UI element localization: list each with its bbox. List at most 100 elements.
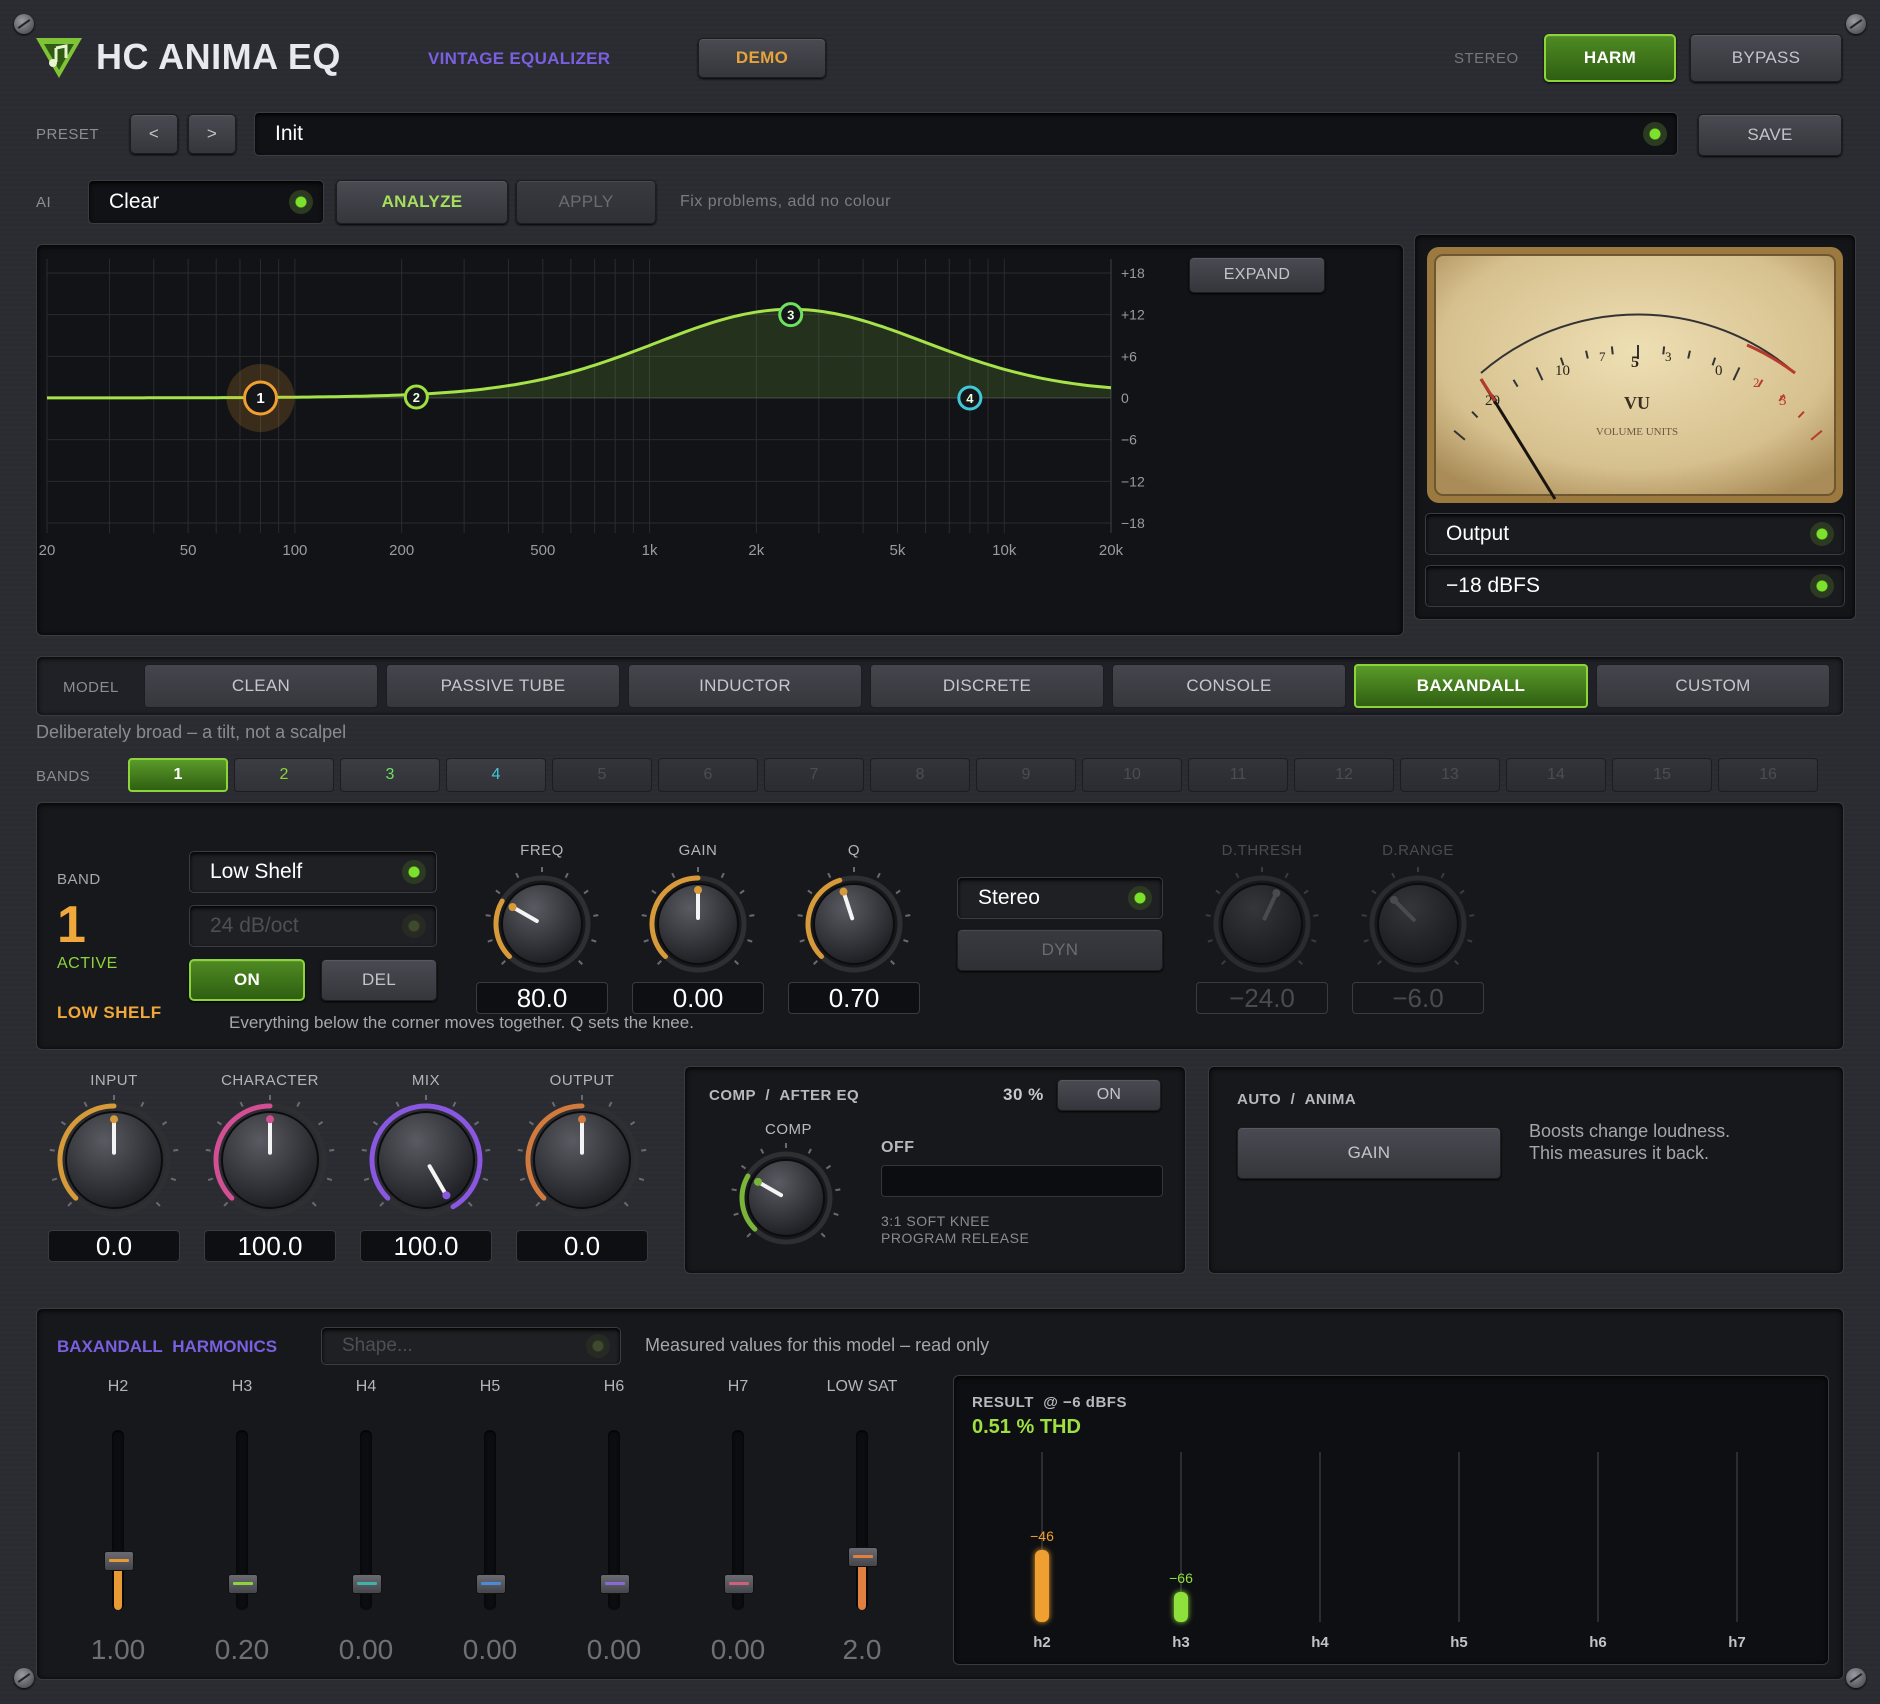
knob-value-d-thresh[interactable]: −24.0 — [1196, 982, 1328, 1014]
slope-selector[interactable]: 24 dB/oct — [189, 905, 437, 947]
eq-curve-graph[interactable]: 20 50 100 200 500 1k 2k 5k 10k 20k +18 +12 +6 0 −6 −12 −… — [37, 245, 1403, 635]
meter-source-selector[interactable]: Output — [1425, 513, 1845, 555]
screw-icon — [1846, 1668, 1866, 1688]
band-tab-5[interactable]: 5 — [552, 758, 652, 792]
knob-label-freq: FREQ — [520, 842, 564, 859]
knob-value-freq[interactable]: 80.0 — [476, 982, 608, 1014]
macro-value-character[interactable]: 100.0 — [204, 1230, 336, 1262]
knob-value-d-range[interactable]: −6.0 — [1352, 982, 1484, 1014]
stereo-mode-selector[interactable]: Stereo — [957, 877, 1163, 919]
fader-handle-h4[interactable] — [352, 1574, 382, 1594]
macro-value-output[interactable]: 0.0 — [516, 1230, 648, 1262]
comp-knob[interactable] — [728, 1140, 844, 1256]
fader-label-h6: H6 — [603, 1378, 625, 1395]
fader-handle-h2[interactable] — [104, 1550, 134, 1571]
model-baxandall-button[interactable]: BAXANDALL — [1354, 664, 1588, 708]
eq-node-4[interactable]: 4 — [957, 385, 983, 411]
bands-label: BANDS — [36, 768, 91, 785]
save-button[interactable]: SAVE — [1698, 114, 1842, 156]
band-type-selector[interactable]: Low Shelf — [189, 851, 437, 893]
q-knob[interactable] — [794, 864, 914, 984]
freq-knob[interactable] — [482, 864, 602, 984]
character-knob[interactable] — [202, 1092, 338, 1228]
band-tab-11[interactable]: 11 — [1188, 758, 1288, 792]
meter-reference-selector[interactable]: −18 dBFS — [1425, 565, 1845, 607]
band-tab-14[interactable]: 14 — [1506, 758, 1606, 792]
preset-selector[interactable]: Init — [254, 112, 1678, 156]
band-tab-13[interactable]: 13 — [1400, 758, 1500, 792]
model-label: MODEL — [63, 679, 119, 696]
fader-handle-h3[interactable] — [228, 1574, 258, 1594]
d-thresh-knob[interactable] — [1202, 864, 1322, 984]
fader-value-low-sat: 2.0 — [842, 1634, 882, 1665]
band-tab-8[interactable]: 8 — [870, 758, 970, 792]
stereo-label: STEREO — [1454, 50, 1519, 67]
model-console-button[interactable]: CONSOLE — [1112, 664, 1346, 708]
gain-knob[interactable] — [638, 864, 758, 984]
x-tick-label: 50 — [180, 542, 197, 559]
output-knob[interactable] — [514, 1092, 650, 1228]
fader-handle-h5[interactable] — [476, 1574, 506, 1594]
dyn-button[interactable]: DYN — [957, 929, 1163, 971]
macro-value-mix[interactable]: 100.0 — [360, 1230, 492, 1262]
band-tab-12[interactable]: 12 — [1294, 758, 1394, 792]
harm-button[interactable]: HARM — [1544, 34, 1676, 82]
band-delete-button[interactable]: DEL — [321, 959, 437, 1001]
thd-bar-label: h6 — [1589, 1634, 1607, 1651]
band-tab-7[interactable]: 7 — [764, 758, 864, 792]
fader-handle-h7[interactable] — [724, 1574, 754, 1594]
mix-knob[interactable] — [358, 1092, 494, 1228]
fader-label-h4: H4 — [355, 1378, 377, 1395]
band-tab-16[interactable]: 16 — [1718, 758, 1818, 792]
fader-handle-low-sat[interactable] — [848, 1547, 878, 1567]
band-tab-9[interactable]: 9 — [976, 758, 1076, 792]
x-tick-label: 500 — [530, 542, 555, 559]
knob-value-q[interactable]: 0.70 — [788, 982, 920, 1014]
band-tab-10[interactable]: 10 — [1082, 758, 1182, 792]
input-knob[interactable] — [46, 1092, 182, 1228]
fader-value-h3: 0.20 — [214, 1634, 270, 1665]
stereo-mode: Stereo — [978, 886, 1040, 909]
band-tab-2[interactable]: 2 — [234, 758, 334, 792]
demo-button[interactable]: DEMO — [698, 38, 826, 78]
auto-sub: ANIMA — [1304, 1091, 1357, 1108]
vu-scale-red-2: 2 — [1753, 375, 1760, 390]
meter-reference: −18 dBFS — [1446, 574, 1540, 597]
model-discrete-button[interactable]: DISCRETE — [870, 664, 1104, 708]
band-tab-1[interactable]: 1 — [128, 758, 228, 792]
knob-value-gain[interactable]: 0.00 — [632, 982, 764, 1014]
fader-handle-h6[interactable] — [600, 1574, 630, 1594]
expand-button[interactable]: EXPAND — [1189, 257, 1325, 293]
d-range-knob[interactable] — [1358, 864, 1478, 984]
model-passive-tube-button[interactable]: PASSIVE TUBE — [386, 664, 620, 708]
bypass-button[interactable]: BYPASS — [1690, 34, 1842, 82]
band-tab-15[interactable]: 15 — [1612, 758, 1712, 792]
band-tab-6[interactable]: 6 — [658, 758, 758, 792]
band-panel: BAND 1 ACTIVE LOW SHELF Low Shelf 24 dB/… — [36, 802, 1844, 1050]
vu-scale-3: 3 — [1665, 349, 1672, 364]
auto-gain-button[interactable]: GAIN — [1237, 1127, 1501, 1179]
eq-node-1[interactable]: 1 — [226, 364, 295, 432]
eq-node-label: 3 — [787, 308, 794, 323]
model-inductor-button[interactable]: INDUCTOR — [628, 664, 862, 708]
apply-button[interactable]: APPLY — [516, 180, 656, 224]
band-tab-3[interactable]: 3 — [340, 758, 440, 792]
preset-next-button[interactable]: > — [188, 114, 236, 154]
comp-title: COMP — [709, 1087, 756, 1104]
band-tab-4[interactable]: 4 — [446, 758, 546, 792]
preset-prev-button[interactable]: < — [130, 114, 178, 154]
model-custom-button[interactable]: CUSTOM — [1596, 664, 1830, 708]
comp-on-button[interactable]: ON — [1057, 1079, 1161, 1111]
band-on-button[interactable]: ON — [189, 959, 305, 1001]
shape-selector[interactable]: Shape... — [321, 1327, 621, 1365]
ai-mode-selector[interactable]: Clear — [88, 180, 324, 224]
logo-icon — [36, 38, 82, 78]
preset-led-icon — [1643, 122, 1667, 146]
analyze-button[interactable]: ANALYZE — [336, 180, 508, 224]
model-clean-button[interactable]: CLEAN — [144, 664, 378, 708]
thd-bar-h3 — [1174, 1592, 1188, 1622]
eq-node-2[interactable]: 2 — [403, 384, 429, 410]
eq-node-3[interactable]: 3 — [778, 302, 804, 328]
fader-label-h7: H7 — [727, 1378, 749, 1395]
macro-value-input[interactable]: 0.0 — [48, 1230, 180, 1262]
